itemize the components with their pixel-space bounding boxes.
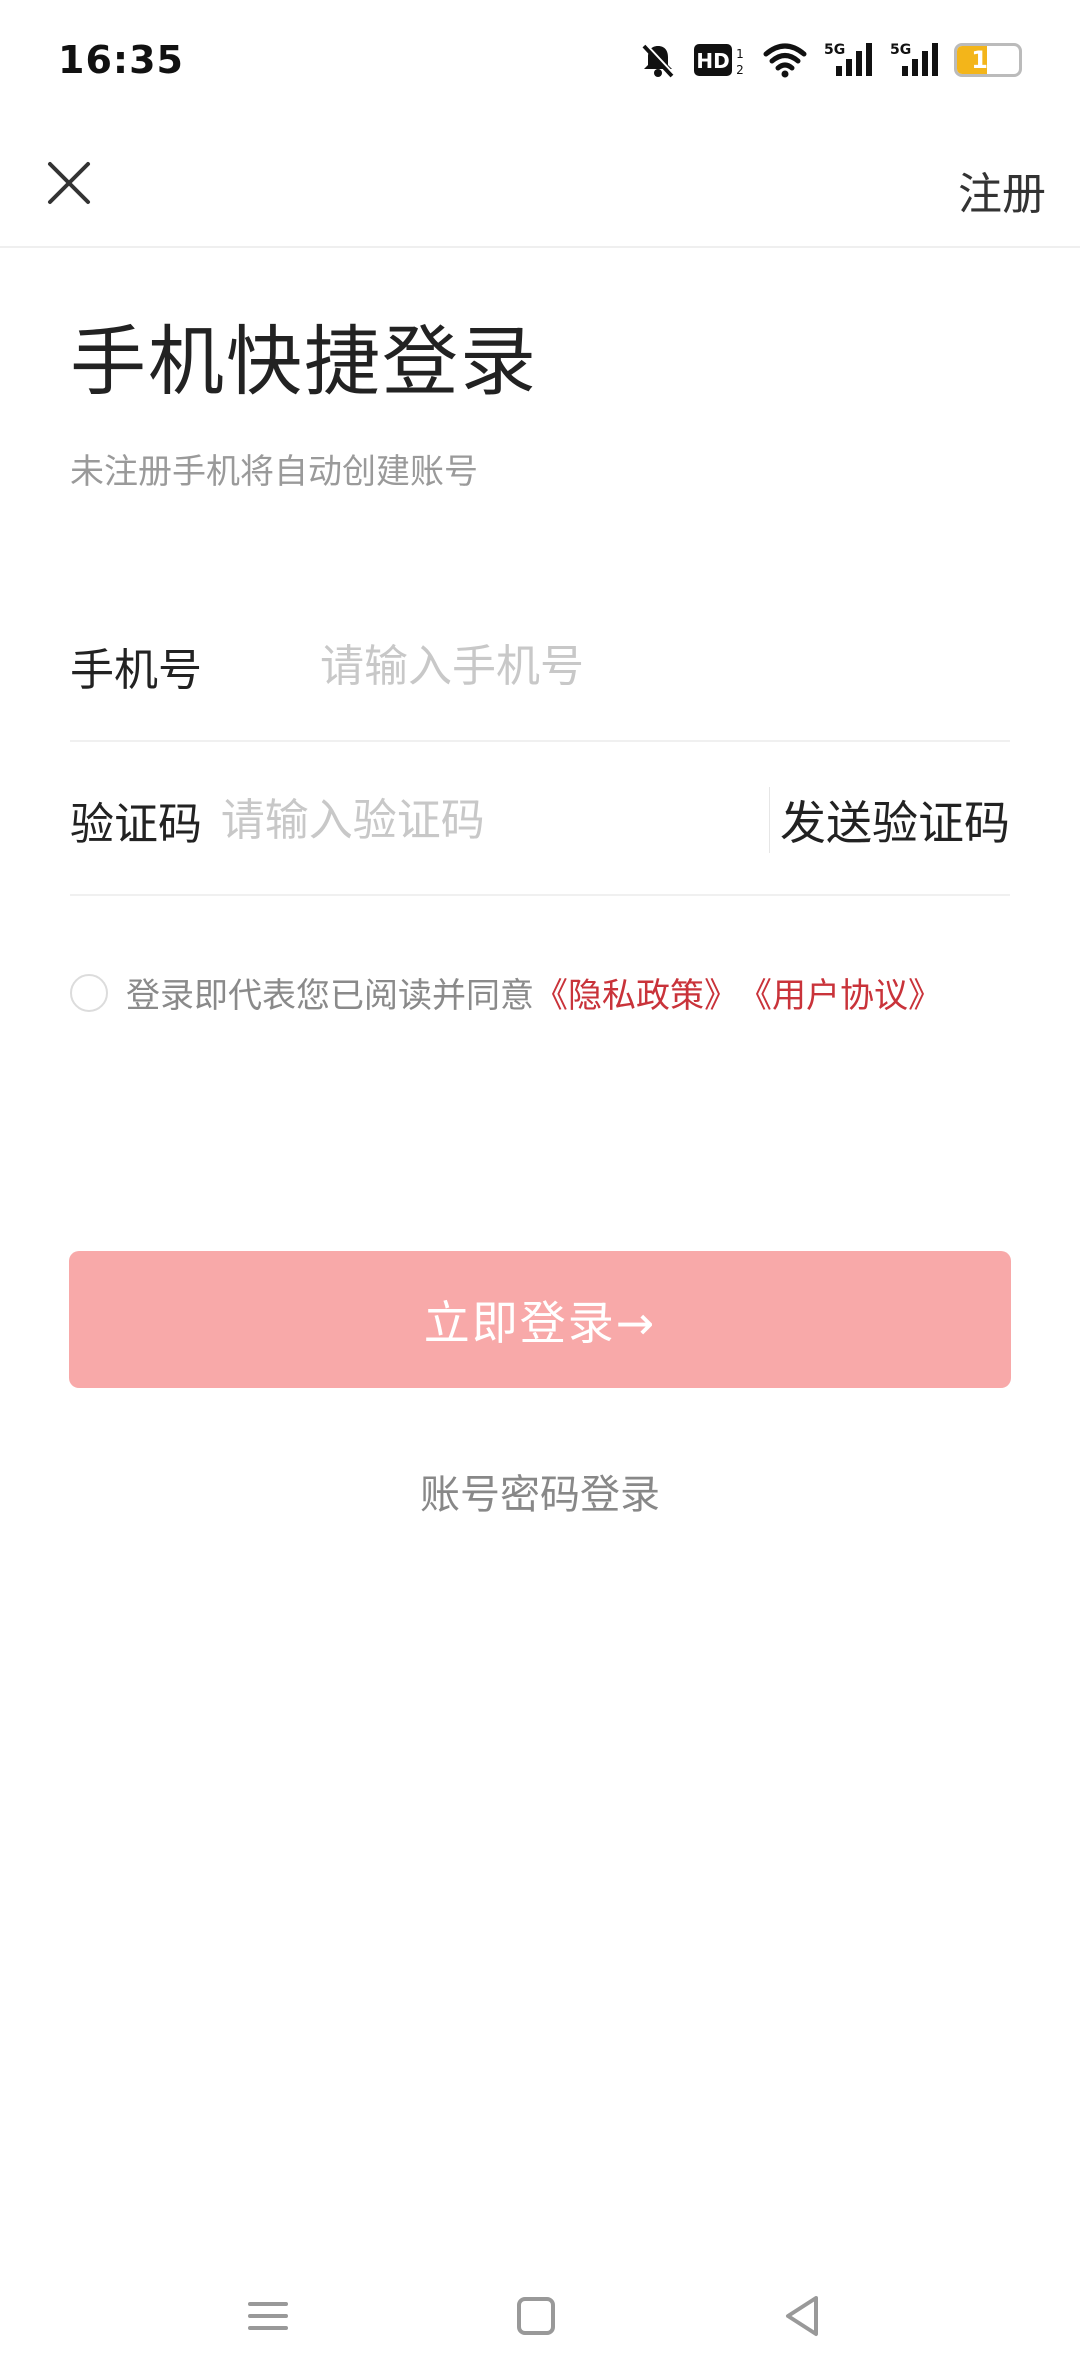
signal-5g-icon: 5G bbox=[888, 40, 940, 80]
battery-level: 17 bbox=[971, 46, 1005, 74]
privacy-policy-link[interactable]: 《隐私政策》 bbox=[534, 968, 738, 1017]
login-screen: 16:35 HD 1 2 5G 5G 17 注册 手机快捷登录 未注册手机将自动… bbox=[0, 0, 1080, 2376]
status-time: 16:35 bbox=[58, 38, 184, 82]
code-label: 验证码 bbox=[70, 799, 202, 850]
network-5g-label: 5G bbox=[824, 42, 845, 58]
status-bar: 16:35 HD 1 2 5G 5G 17 bbox=[0, 0, 1080, 120]
network-5g-label: 5G bbox=[890, 42, 911, 58]
battery-icon: 17 bbox=[954, 43, 1022, 77]
phone-field-row: 手机号 bbox=[70, 592, 1010, 742]
wifi-icon bbox=[762, 40, 808, 80]
menu-icon[interactable] bbox=[238, 2286, 298, 2346]
phone-input[interactable] bbox=[320, 640, 1010, 692]
agreement-text: 登录即代表您已阅读并同意 bbox=[126, 976, 534, 1016]
hd-icon: HD 1 2 bbox=[692, 40, 748, 80]
code-divider bbox=[768, 787, 770, 853]
page-subtitle: 未注册手机将自动创建账号 bbox=[70, 452, 478, 492]
agreement: 登录即代表您已阅读并同意 《隐私政策》 《用户协议》 bbox=[70, 968, 942, 1017]
close-icon[interactable] bbox=[44, 158, 94, 208]
register-link[interactable]: 注册 bbox=[958, 158, 1046, 222]
page-title: 手机快捷登录 bbox=[70, 317, 538, 406]
code-field-row: 验证码 发送验证码 bbox=[70, 746, 1010, 896]
send-code-button[interactable]: 发送验证码 bbox=[780, 787, 1010, 853]
home-icon[interactable] bbox=[506, 2286, 566, 2346]
user-agreement-link[interactable]: 《用户协议》 bbox=[738, 968, 942, 1017]
back-icon[interactable] bbox=[772, 2286, 832, 2346]
status-icons: HD 1 2 5G 5G 17 bbox=[638, 40, 1022, 80]
agreement-checkbox[interactable] bbox=[70, 973, 108, 1012]
phone-label: 手机号 bbox=[70, 645, 202, 696]
code-input[interactable] bbox=[220, 794, 769, 846]
password-login-link[interactable]: 账号密码登录 bbox=[0, 1462, 1080, 1520]
svg-text:2: 2 bbox=[736, 63, 744, 77]
battery: 17 bbox=[954, 43, 1022, 77]
system-nav-bar bbox=[0, 2266, 1080, 2376]
login-button[interactable]: 立即登录→ bbox=[69, 1251, 1011, 1388]
mute-bell-icon bbox=[638, 40, 678, 80]
hd-label: HD bbox=[696, 49, 729, 73]
svg-text:1: 1 bbox=[736, 47, 744, 61]
top-nav: 注册 bbox=[0, 120, 1080, 248]
signal-5g-icon: 5G bbox=[822, 40, 874, 80]
